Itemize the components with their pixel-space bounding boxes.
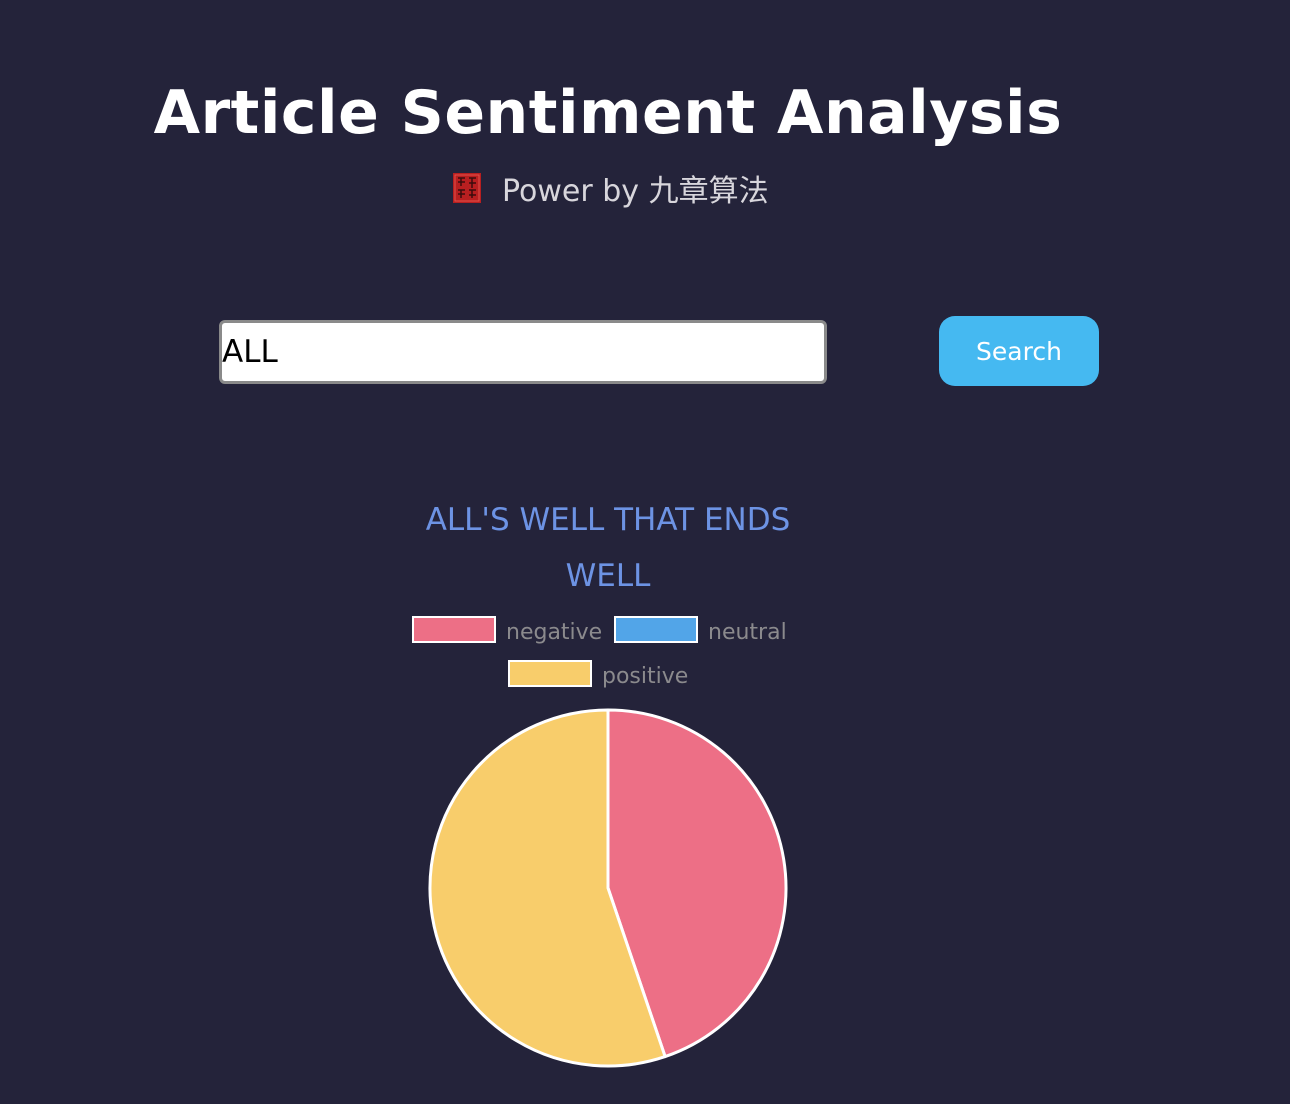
pie-slices (428, 708, 788, 1068)
chart-title-line-2: WELL (565, 558, 651, 594)
search-input[interactable] (219, 320, 827, 384)
legend-label-positive[interactable]: positive (602, 664, 688, 689)
legend-swatch-neutral[interactable] (614, 616, 698, 643)
powered-by-text: Power by 九章算法 (502, 174, 769, 209)
sentiment-pie-chart: negative neutral positive (412, 616, 788, 1068)
chart-legend: negative neutral positive (412, 616, 787, 689)
page-title: Article Sentiment Analysis (153, 78, 1063, 148)
legend-label-negative[interactable]: negative (506, 620, 602, 645)
legend-swatch-negative[interactable] (412, 616, 496, 643)
chart-title: ALL'S WELL THAT ENDS WELL (390, 492, 826, 604)
search-button[interactable]: Search (939, 316, 1099, 386)
legend-label-neutral[interactable]: neutral (708, 620, 787, 645)
chart-title-line-1: ALL'S WELL THAT ENDS (425, 502, 791, 538)
legend-swatch-positive[interactable] (508, 660, 592, 687)
seal-logo-icon (453, 173, 481, 203)
subtitle: Power by 九章算法 (452, 166, 769, 210)
